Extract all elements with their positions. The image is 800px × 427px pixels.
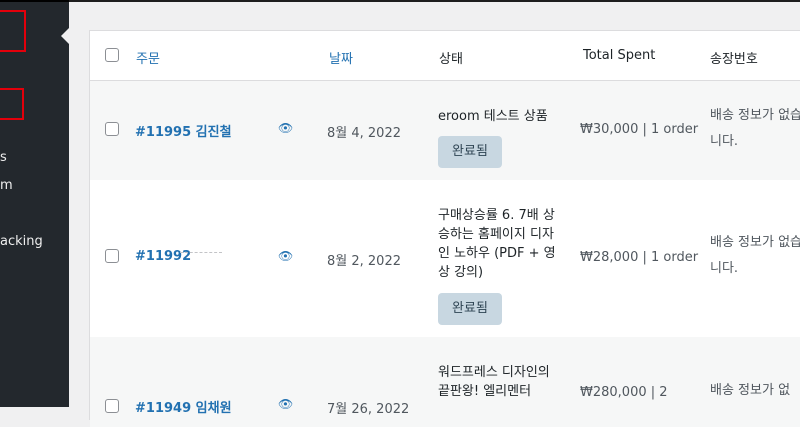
preview-eye-icon[interactable]: 👁 bbox=[278, 397, 293, 411]
sidebar-item-tracking[interactable]: acking bbox=[0, 234, 43, 249]
column-header-date[interactable]: 날짜 bbox=[329, 48, 353, 67]
total-spent: ₩28,000 | 1 order bbox=[580, 250, 699, 265]
sidebar-active-pointer bbox=[61, 28, 69, 44]
admin-sidebar: s m acking bbox=[0, 0, 69, 407]
order-date: 8월 2, 2022 bbox=[327, 254, 401, 269]
table-row[interactable]: #11995 김진철 👁 8월 4, 2022 eroom 테스트 상품 완료됨… bbox=[90, 81, 800, 180]
sidebar-top-border bbox=[0, 0, 69, 2]
shipping-info: 배송 정보가 없습니다. bbox=[710, 235, 800, 276]
main-content: 주문 날짜 상태 Total Spent 송장번호 #11995 김진철 👁 8… bbox=[69, 0, 800, 427]
top-border bbox=[69, 0, 800, 2]
table-row[interactable]: #11949 임채원 👁 7월 26, 2022 워드프레스 디자인의 끝판왕!… bbox=[90, 337, 800, 427]
order-date: 7월 26, 2022 bbox=[327, 402, 410, 417]
total-spent: ₩280,000 | 2 bbox=[580, 385, 668, 400]
shipping-info: 배송 정보가 없습니다. bbox=[710, 108, 800, 149]
column-header-status: 상태 bbox=[439, 52, 463, 67]
table-header: 주문 날짜 상태 Total Spent 송장번호 bbox=[90, 31, 800, 81]
sidebar-item[interactable]: m bbox=[0, 178, 13, 193]
shipping-info: 배송 정보가 없 bbox=[710, 383, 791, 398]
order-date: 8월 4, 2022 bbox=[327, 126, 401, 141]
highlight-box bbox=[0, 88, 24, 120]
row-checkbox[interactable] bbox=[105, 399, 119, 413]
total-spent: ₩30,000 | 1 order bbox=[580, 122, 699, 137]
table-row[interactable]: #11992 👁 8월 2, 2022 구매상승률 6. 7배 상승하는 홈페이… bbox=[90, 180, 800, 337]
preview-eye-icon[interactable]: 👁 bbox=[278, 121, 293, 135]
status-badge: 완료됨 bbox=[438, 136, 502, 168]
select-all-checkbox[interactable] bbox=[105, 48, 119, 62]
column-header-total-spent: Total Spent bbox=[583, 48, 656, 63]
sidebar-item[interactable]: s bbox=[0, 150, 7, 165]
product-name: 구매상승률 6. 7배 상승하는 홈페이지 디자인 노하우 (PDF + 영상 … bbox=[438, 208, 556, 280]
row-checkbox[interactable] bbox=[105, 122, 119, 136]
redacted-name bbox=[180, 252, 222, 256]
orders-table: 주문 날짜 상태 Total Spent 송장번호 #11995 김진철 👁 8… bbox=[89, 30, 800, 427]
column-header-invoice: 송장번호 bbox=[710, 52, 758, 67]
column-header-order[interactable]: 주문 bbox=[136, 48, 160, 67]
order-link[interactable]: #11995 김진철 bbox=[135, 121, 232, 140]
product-name: 워드프레스 디자인의 끝판왕! 엘리멘터 bbox=[438, 365, 550, 399]
status-badge: 완료됨 bbox=[438, 293, 502, 325]
product-name: eroom 테스트 상품 bbox=[438, 109, 548, 124]
highlight-box bbox=[0, 10, 26, 52]
row-checkbox[interactable] bbox=[105, 249, 119, 263]
preview-eye-icon[interactable]: 👁 bbox=[278, 249, 293, 263]
